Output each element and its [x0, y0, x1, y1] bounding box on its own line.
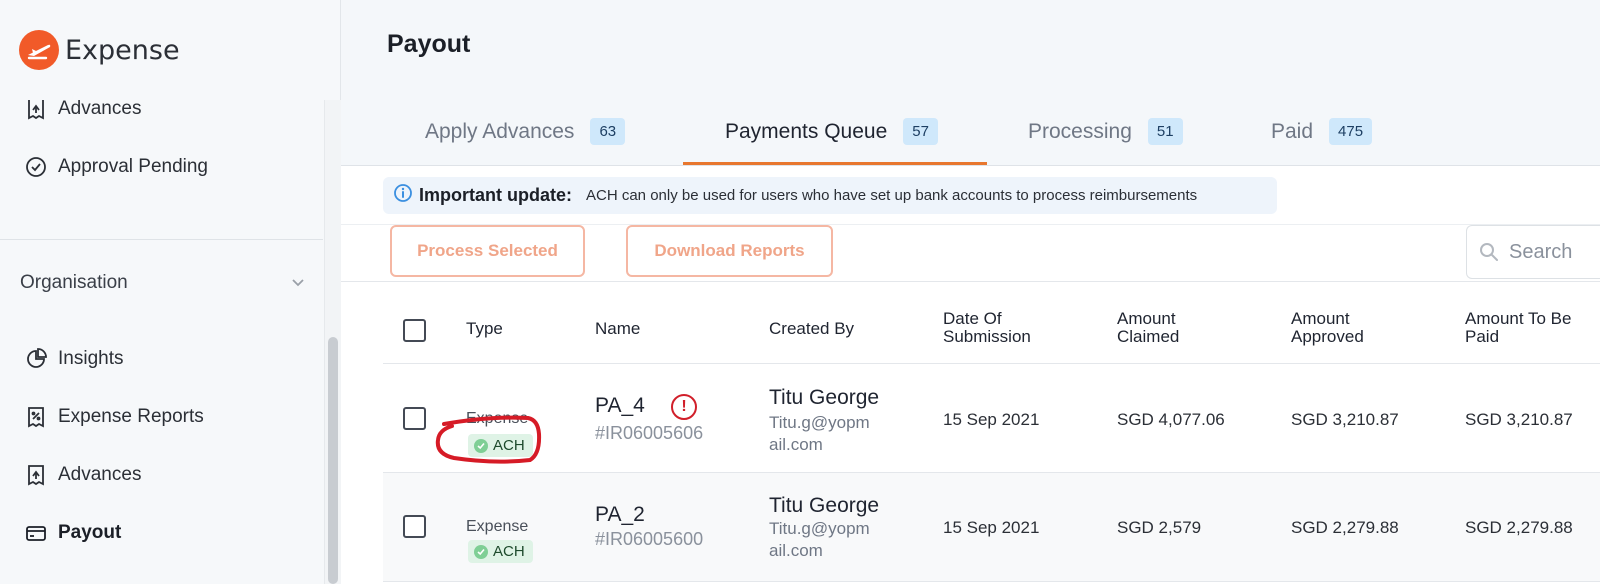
- page-title: Payout: [387, 30, 471, 58]
- creator-name: Titu George: [769, 494, 880, 517]
- check-icon: [474, 544, 488, 559]
- search-input[interactable]: Search: [1466, 225, 1600, 279]
- tab-count-badge: 57: [903, 118, 938, 145]
- report-id: #IR06005606: [595, 423, 704, 443]
- header-line: Approved: [1291, 327, 1364, 346]
- search-placeholder: Search: [1509, 240, 1573, 263]
- app-logo[interactable]: Expense: [19, 30, 180, 70]
- tab-paid[interactable]: Paid 475: [1271, 118, 1373, 145]
- section-title: Organisation: [20, 272, 128, 293]
- sidebar-item-label: Expense Reports: [58, 406, 204, 427]
- notice-title: Important update:: [419, 185, 572, 205]
- tab-count-badge: 475: [1329, 118, 1373, 145]
- header-line: Claimed: [1117, 327, 1180, 346]
- sidebar-item-advances-top[interactable]: Advances: [24, 97, 141, 121]
- amount-to-be-paid: SGD 3,210.87: [1465, 410, 1573, 429]
- column-header-created-by[interactable]: Created By: [769, 320, 854, 338]
- search-icon: [1479, 242, 1499, 262]
- amount-claimed: SGD 2,579: [1117, 518, 1202, 537]
- creator-name: Titu George: [769, 386, 880, 409]
- tab-processing[interactable]: Processing 51: [1028, 118, 1183, 145]
- creator-email: Titu.g@yopm ail.com: [769, 412, 870, 456]
- sidebar-section-organisation[interactable]: Organisation: [20, 272, 305, 294]
- card-icon: [24, 521, 48, 545]
- submission-date: 15 Sep 2021: [943, 410, 1040, 429]
- sidebar-item-insights[interactable]: Insights: [24, 347, 123, 371]
- sidebar-item-label: Approval Pending: [58, 156, 208, 177]
- submission-date: 15 Sep 2021: [943, 518, 1040, 537]
- sidebar-item-label: Advances: [58, 98, 142, 119]
- check-circle-icon: [24, 155, 48, 179]
- header-line: Submission: [943, 327, 1031, 346]
- tab-label: Processing: [1028, 119, 1132, 143]
- red-highlight-annotation: [435, 415, 542, 464]
- sidebar-item-label: Insights: [58, 348, 124, 369]
- app-window: Expense Advances Approval Pending Organi…: [0, 0, 1600, 584]
- main-content: Payout Apply Advances 63 Payments Queue …: [341, 0, 1600, 584]
- sidebar-item-approval-pending[interactable]: Approval Pending: [24, 155, 208, 179]
- chevron-down-icon: [291, 272, 305, 294]
- header-line: Paid: [1465, 327, 1500, 346]
- header-line: Amount To Be: [1465, 309, 1572, 328]
- sidebar-scrollbar-thumb[interactable]: [328, 337, 338, 584]
- row-divider: [383, 581, 1600, 582]
- tab-count-badge: 51: [1147, 118, 1183, 145]
- column-header-amount-to-be-paid[interactable]: Amount To Be Paid: [1465, 310, 1571, 346]
- tab-label: Paid: [1271, 119, 1314, 143]
- row-checkbox[interactable]: [403, 515, 426, 538]
- row-checkbox[interactable]: [403, 407, 426, 430]
- column-header-amount-approved[interactable]: Amount Approved: [1291, 310, 1364, 346]
- header-line: Amount: [1117, 309, 1176, 328]
- toolbar-bottom-divider: [341, 281, 1600, 282]
- creator-email: Titu.g@yopm ail.com: [769, 518, 870, 562]
- badge-label: ACH: [493, 543, 525, 560]
- header-line: Amount: [1291, 309, 1350, 328]
- receipt-icon: [24, 405, 48, 429]
- amount-to-be-paid: SGD 2,279.88: [1465, 518, 1573, 537]
- header-line: Date Of: [943, 309, 1002, 328]
- sidebar-item-label: Advances: [58, 464, 142, 485]
- column-header-type[interactable]: Type: [466, 320, 503, 338]
- column-header-amount-claimed[interactable]: Amount Claimed: [1117, 310, 1179, 346]
- active-tab-indicator: [683, 162, 987, 165]
- tab-label: Payments Queue: [725, 119, 888, 143]
- email-line: Titu.g@yopm: [769, 413, 870, 432]
- column-header-date-of-submission[interactable]: Date Of Submission: [943, 310, 1031, 346]
- email-line: ail.com: [769, 435, 823, 454]
- info-icon: [393, 183, 413, 208]
- amount-approved: SGD 3,210.87: [1291, 410, 1399, 429]
- amount-approved: SGD 2,279.88: [1291, 518, 1399, 537]
- download-reports-button[interactable]: Download Reports: [626, 225, 833, 277]
- app-name: Expense: [65, 34, 180, 66]
- advances-icon: [24, 97, 48, 121]
- notice-text: ACH can only be used for users who have …: [586, 187, 1198, 204]
- report-name[interactable]: PA_4: [595, 394, 645, 418]
- amount-claimed: SGD 4,077.06: [1117, 410, 1225, 429]
- alert-icon[interactable]: !: [671, 394, 697, 420]
- sidebar: Expense Advances Approval Pending Organi…: [0, 0, 341, 584]
- tab-count-badge: 63: [590, 118, 626, 145]
- advances-icon: [24, 463, 48, 487]
- report-id: #IR06005600: [595, 529, 704, 549]
- sidebar-divider: [0, 239, 323, 240]
- select-all-checkbox[interactable]: [403, 319, 426, 342]
- important-update-banner: Important update: ACH can only be used f…: [383, 177, 1277, 214]
- ach-badge: ACH: [468, 540, 533, 563]
- sidebar-item-advances[interactable]: Advances: [24, 463, 141, 487]
- process-selected-button[interactable]: Process Selected: [390, 225, 585, 277]
- sidebar-item-payout[interactable]: Payout: [24, 521, 121, 545]
- page-header: Payout Apply Advances 63 Payments Queue …: [341, 0, 1600, 166]
- pie-chart-icon: [24, 347, 48, 371]
- tab-label: Apply Advances: [425, 119, 575, 143]
- column-header-name[interactable]: Name: [595, 320, 640, 338]
- plane-logo-icon: [19, 30, 59, 70]
- report-name[interactable]: PA_2: [595, 503, 645, 527]
- sidebar-item-expense-reports[interactable]: Expense Reports: [24, 405, 204, 429]
- email-line: ail.com: [769, 541, 823, 560]
- tab-apply-advances[interactable]: Apply Advances 63: [425, 118, 626, 145]
- row-type: Expense: [466, 518, 529, 535]
- email-line: Titu.g@yopm: [769, 519, 870, 538]
- tab-payments-queue[interactable]: Payments Queue 57: [725, 118, 938, 145]
- sidebar-item-label: Payout: [58, 522, 122, 543]
